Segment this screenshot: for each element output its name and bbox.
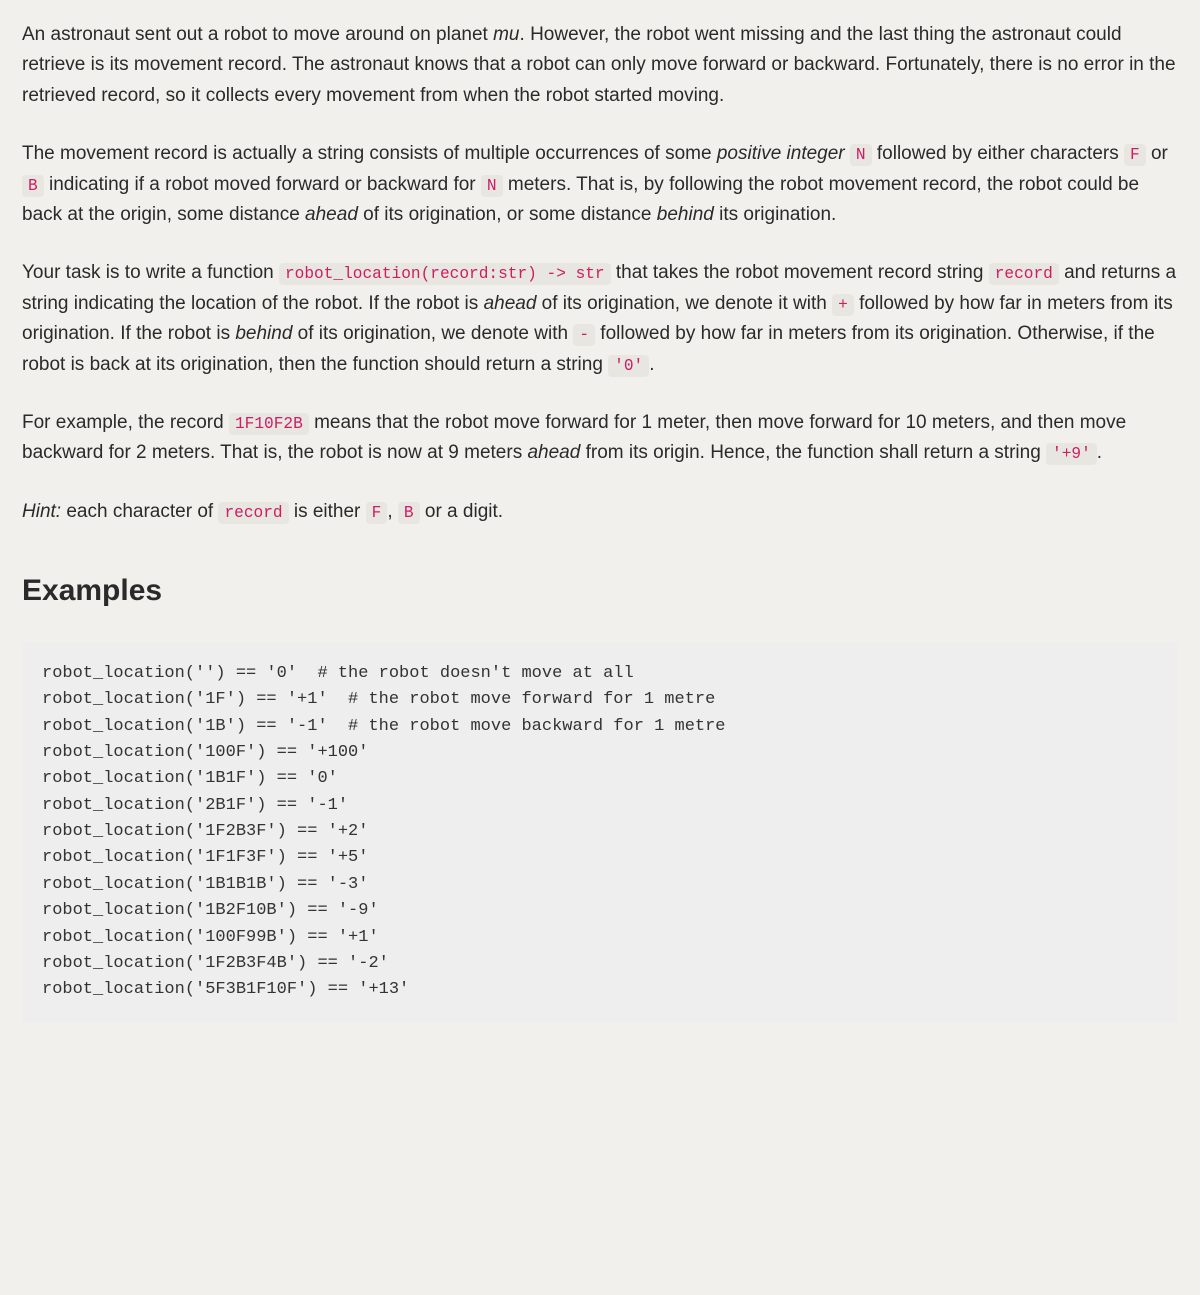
text: of its origination, we denote with <box>292 323 573 344</box>
example-return: '+9' <box>1046 443 1097 465</box>
text: or <box>1146 143 1168 164</box>
code-F: F <box>1124 144 1146 166</box>
examples-code-block: robot_location('') == '0' # the robot do… <box>22 643 1178 1021</box>
record-definition-paragraph: The movement record is actually a string… <box>22 139 1178 230</box>
text: or a digit. <box>420 501 503 522</box>
text: that takes the robot movement record str… <box>611 262 989 283</box>
positive-integer: positive integer <box>717 143 845 164</box>
code-F: F <box>366 502 388 524</box>
code-record: record <box>989 263 1059 285</box>
behind: behind <box>235 323 292 344</box>
function-signature: robot_location(record:str) -> str <box>279 263 611 285</box>
text: indicating if a robot moved forward or b… <box>44 174 481 195</box>
code-zero: '0' <box>608 355 649 377</box>
code-record: record <box>218 502 288 524</box>
task-paragraph: Your task is to write a function robot_l… <box>22 258 1178 380</box>
problem-statement: An astronaut sent out a robot to move ar… <box>0 0 1200 1052</box>
behind: behind <box>657 204 714 225</box>
code-N: N <box>850 144 872 166</box>
examples-heading: Examples <box>22 567 1178 615</box>
text: its origination. <box>714 204 837 225</box>
code-B: B <box>398 502 420 524</box>
example-paragraph: For example, the record 1F10F2B means th… <box>22 408 1178 469</box>
text: from its origin. Hence, the function sha… <box>580 442 1046 463</box>
code-minus: - <box>573 324 595 346</box>
ahead: ahead <box>305 204 358 225</box>
text: . <box>649 354 654 375</box>
text: The movement record is actually a string… <box>22 143 717 164</box>
code-B: B <box>22 175 44 197</box>
code-plus: + <box>832 294 854 316</box>
text: . <box>1097 442 1102 463</box>
text: is either <box>289 501 366 522</box>
code-N: N <box>481 175 503 197</box>
hint-label: Hint: <box>22 501 61 522</box>
example-record: 1F10F2B <box>229 413 309 435</box>
text: of its origination, or some distance <box>358 204 657 225</box>
hint-paragraph: Hint: each character of record is either… <box>22 497 1178 527</box>
text: Your task is to write a function <box>22 262 279 283</box>
text: each character of <box>61 501 218 522</box>
text: of its origination, we denote it with <box>536 293 832 314</box>
ahead: ahead <box>484 293 537 314</box>
intro-paragraph: An astronaut sent out a robot to move ar… <box>22 20 1178 111</box>
text: followed by either characters <box>872 143 1124 164</box>
text: An astronaut sent out a robot to move ar… <box>22 24 493 45</box>
planet-name: mu <box>493 24 519 45</box>
text: For example, the record <box>22 412 229 433</box>
text: , <box>387 501 398 522</box>
ahead: ahead <box>527 442 580 463</box>
